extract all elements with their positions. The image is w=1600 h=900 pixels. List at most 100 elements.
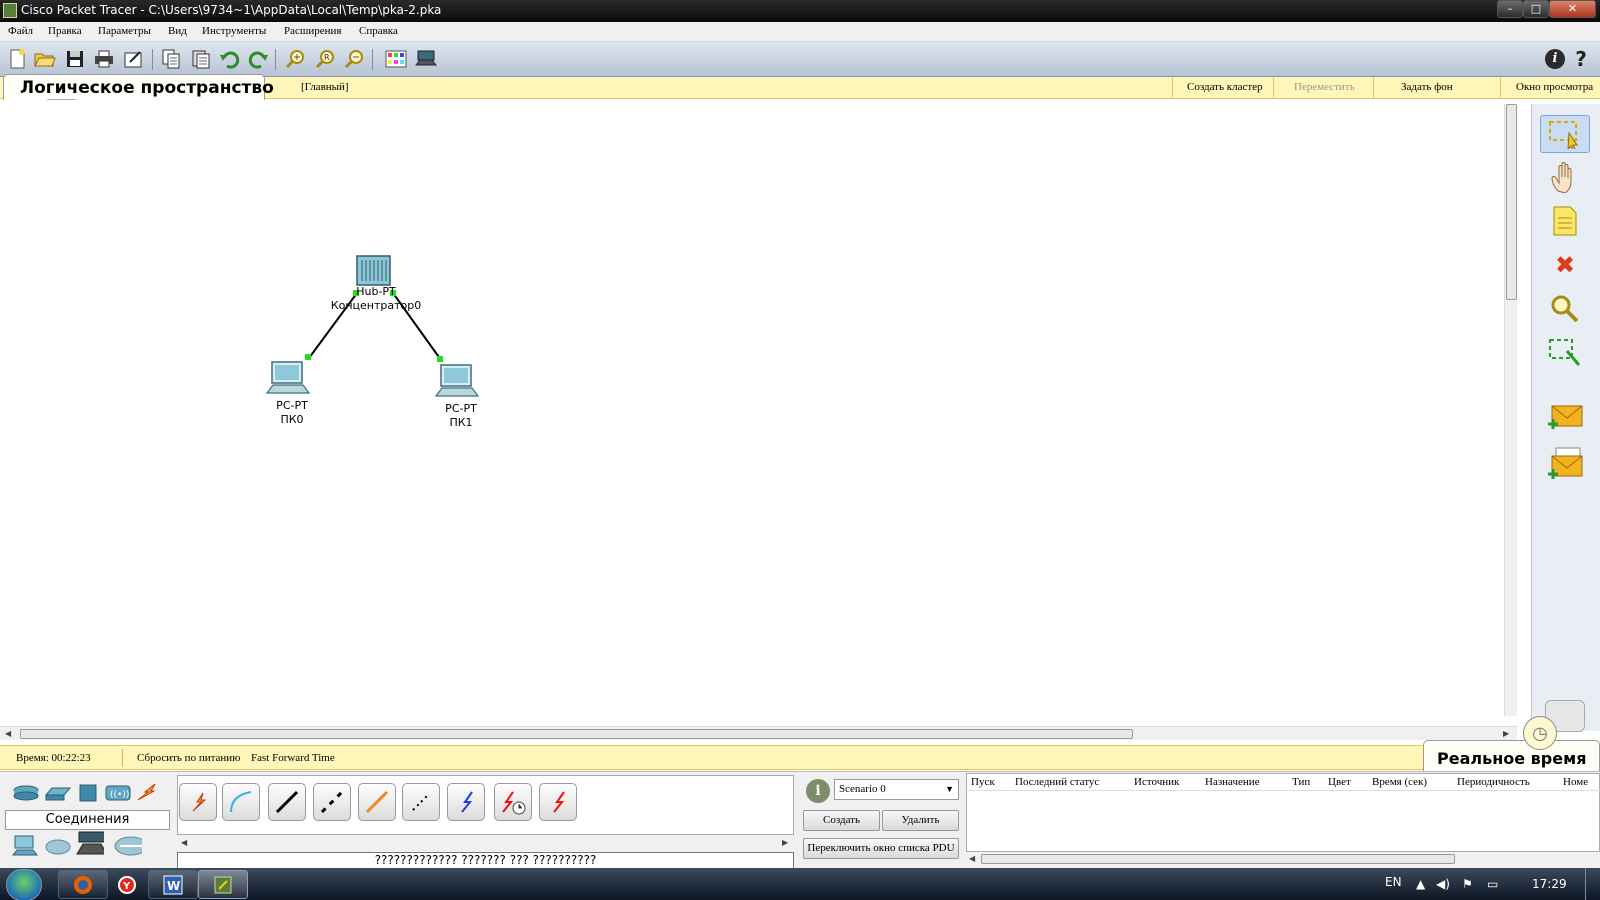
coaxial-cable-icon[interactable] <box>447 783 485 821</box>
zoom-in-icon[interactable] <box>283 48 307 70</box>
open-folder-icon[interactable] <box>33 48 57 70</box>
word-taskbar-icon[interactable]: W <box>148 870 198 899</box>
packet-tracer-taskbar-icon[interactable] <box>198 870 248 899</box>
custom-device-icon[interactable] <box>414 48 438 70</box>
timebar-divider <box>122 749 123 767</box>
pdu-table-scrollbar[interactable]: ◀ <box>966 852 1600 866</box>
set-background-button[interactable]: Задать фон <box>1401 81 1453 93</box>
activity-wizard-icon[interactable] <box>122 48 146 70</box>
realtime-clock-icon[interactable]: ◷ <box>1523 716 1557 750</box>
canvas-horizontal-scrollbar[interactable]: ◀ ▶ <box>0 726 1517 740</box>
scroll-right-arrow-icon[interactable]: ▶ <box>1503 729 1509 738</box>
column-source[interactable]: Источник <box>1134 776 1179 788</box>
select-tool-icon[interactable] <box>1540 115 1590 153</box>
paste-icon[interactable] <box>189 48 213 70</box>
close-button[interactable]: ✕ <box>1549 0 1596 18</box>
minimize-button[interactable]: – <box>1497 0 1523 18</box>
scenario-info-icon[interactable]: i <box>806 779 830 803</box>
add-simple-pdu-icon[interactable] <box>1540 398 1590 436</box>
horizontal-scroll-thumb[interactable] <box>20 729 1133 739</box>
custom-devices-category-icon[interactable] <box>76 831 104 856</box>
undo-icon[interactable] <box>218 48 242 70</box>
note-tool-icon[interactable] <box>1540 202 1590 240</box>
info-icon[interactable]: i <box>1545 49 1565 69</box>
move-hand-tool-icon[interactable] <box>1540 158 1590 196</box>
volume-icon[interactable]: ◀) <box>1436 877 1450 891</box>
hubs-category-icon[interactable] <box>74 781 102 805</box>
column-color[interactable]: Цвет <box>1328 776 1351 788</box>
column-fire[interactable]: Пуск <box>971 776 995 788</box>
scroll-left-arrow-icon[interactable]: ◀ <box>5 729 11 738</box>
column-time[interactable]: Время (сек) <box>1372 776 1427 788</box>
console-cable-icon[interactable] <box>222 783 260 821</box>
connections-category-icon[interactable] <box>134 781 162 805</box>
switches-category-icon[interactable] <box>44 781 72 805</box>
scroll-left-arrow-icon[interactable]: ◀ <box>969 854 975 863</box>
scenario-select[interactable]: Scenario 0 ▼ <box>834 779 959 800</box>
delete-scenario-button[interactable]: Удалить <box>882 810 959 831</box>
show-hidden-icons-icon[interactable]: ▲ <box>1416 877 1425 891</box>
canvas-vertical-scrollbar[interactable] <box>1504 104 1517 716</box>
routers-category-icon[interactable] <box>12 781 40 805</box>
menu-tools[interactable]: Инструменты <box>202 25 266 37</box>
auto-connection-icon[interactable] <box>179 783 217 821</box>
language-indicator[interactable]: EN <box>1385 875 1402 889</box>
print-icon[interactable] <box>92 48 116 70</box>
move-object-button[interactable]: Переместить <box>1294 81 1355 93</box>
create-cluster-button[interactable]: Создать кластер <box>1187 81 1263 93</box>
scroll-right-arrow-icon[interactable]: ▶ <box>782 838 788 847</box>
svg-text:W: W <box>167 879 180 893</box>
menu-file[interactable]: Файл <box>8 25 33 37</box>
help-question-icon[interactable]: ? <box>1569 47 1593 71</box>
action-center-flag-icon[interactable]: ⚑ <box>1462 877 1473 891</box>
palette-icon[interactable] <box>384 48 408 70</box>
serial-dce-cable-icon[interactable] <box>494 783 532 821</box>
wan-emulation-category-icon[interactable] <box>44 834 72 858</box>
maximize-button[interactable]: □ <box>1523 0 1549 18</box>
menu-help[interactable]: Справка <box>359 25 398 37</box>
column-last-status[interactable]: Последний статус <box>1015 776 1099 788</box>
fast-forward-button[interactable]: Fast Forward Time <box>251 752 335 764</box>
viewport-button[interactable]: Окно просмотра <box>1516 81 1593 93</box>
save-icon[interactable] <box>63 48 87 70</box>
menu-edit[interactable]: Правка <box>48 25 82 37</box>
copy-icon[interactable] <box>159 48 183 70</box>
multiuser-connection-category-icon[interactable] <box>114 834 142 858</box>
firefox-taskbar-icon[interactable] <box>58 870 108 899</box>
inspect-tool-icon[interactable] <box>1540 290 1590 328</box>
connection-types-scrollbar[interactable]: ◀ ▶ <box>177 836 794 850</box>
wireless-category-icon[interactable]: ((•)) <box>104 781 132 805</box>
scroll-left-arrow-icon[interactable]: ◀ <box>181 838 187 847</box>
menu-options[interactable]: Параметры <box>98 25 151 37</box>
copper-cross-cable-icon[interactable] <box>313 783 351 821</box>
menu-extensions[interactable]: Расширения <box>284 25 341 37</box>
network-icon[interactable]: ▭ <box>1487 877 1498 891</box>
yandex-browser-taskbar-icon[interactable]: Y <box>102 870 152 899</box>
logical-canvas[interactable] <box>0 100 1517 731</box>
resize-tool-icon[interactable] <box>1540 334 1590 372</box>
show-desktop-button[interactable] <box>1585 868 1586 900</box>
power-cycle-button[interactable]: Сбросить по питанию <box>137 752 240 764</box>
vertical-scroll-thumb[interactable] <box>1506 104 1517 300</box>
start-button[interactable] <box>6 869 42 900</box>
column-destination[interactable]: Назначение <box>1205 776 1260 788</box>
zoom-out-icon[interactable] <box>342 48 366 70</box>
toggle-pdu-list-button[interactable]: Переключить окно списка PDU <box>803 838 959 859</box>
phone-cable-icon[interactable] <box>402 783 440 821</box>
pdu-scroll-thumb[interactable] <box>981 854 1455 864</box>
new-file-icon[interactable] <box>5 48 29 70</box>
create-scenario-button[interactable]: Создать <box>803 810 880 831</box>
delete-tool-icon[interactable]: ✖ <box>1540 246 1590 284</box>
column-number[interactable]: Номе <box>1563 776 1588 788</box>
column-periodic[interactable]: Периодичность <box>1457 776 1530 788</box>
menu-view[interactable]: Вид <box>168 25 187 37</box>
zoom-reset-icon[interactable]: R <box>313 48 337 70</box>
add-complex-pdu-icon[interactable] <box>1540 444 1590 482</box>
copper-straight-cable-icon[interactable] <box>268 783 306 821</box>
fiber-cable-icon[interactable] <box>358 783 396 821</box>
redo-icon[interactable] <box>246 48 270 70</box>
column-type[interactable]: Тип <box>1292 776 1310 788</box>
serial-dte-cable-icon[interactable] <box>539 783 577 821</box>
end-devices-category-icon[interactable] <box>12 834 40 858</box>
clock[interactable]: 17:29 <box>1532 877 1567 891</box>
